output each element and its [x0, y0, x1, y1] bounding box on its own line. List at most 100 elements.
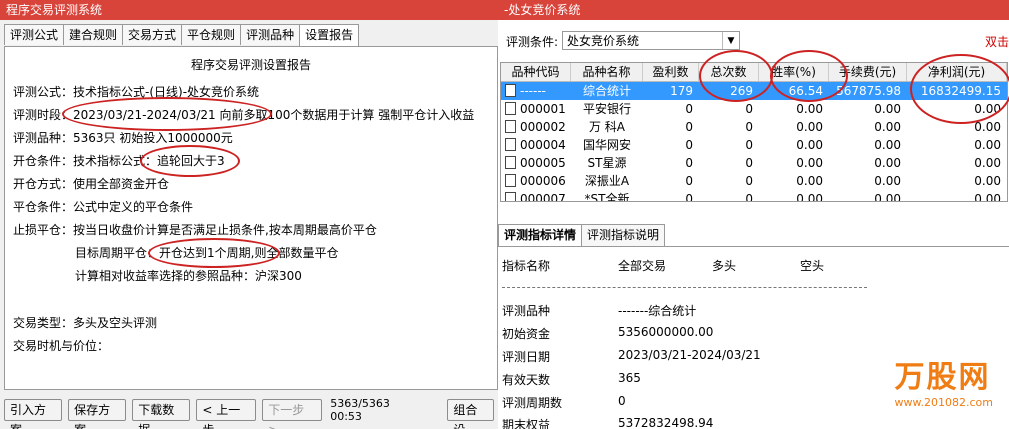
cell-fee: 0.00: [874, 102, 901, 116]
next-step-button[interactable]: 下一步 >: [262, 399, 323, 429]
evaluation-window: 程序交易评测系统 评测公式 建合规则 交易方式 平仓规则 评测品种 设置报告 程…: [0, 0, 500, 429]
cell-fee: 0.00: [874, 120, 901, 134]
prev-step-button[interactable]: < 上一步: [196, 399, 257, 429]
tab-build-rules[interactable]: 建合规则: [63, 24, 124, 45]
logo-text: 万股网: [894, 360, 991, 395]
detail-head-long: 多头: [712, 259, 737, 273]
cell-net: 0.00: [974, 102, 1001, 116]
cell-code: 000006: [520, 174, 566, 188]
report-line-formula: 评测公式：技术指标公式-(日线)-处女竞价系统: [13, 85, 260, 99]
cell-code: ------: [520, 84, 546, 98]
cell-profit: 0: [685, 138, 693, 152]
import-plan-button[interactable]: 引入方案: [4, 399, 63, 429]
summary-icon: [505, 84, 516, 97]
cell-name: ST星源: [587, 156, 627, 170]
cell-net: 0.00: [974, 120, 1001, 134]
tab-report[interactable]: 设置报告: [299, 24, 360, 46]
tab-explanation[interactable]: 评测指标说明: [581, 224, 666, 246]
detail-value: 0: [618, 394, 626, 408]
detail-head-name: 指标名称: [502, 259, 551, 273]
table-row[interactable]: 000002 万 科A 0 0 0.00 0.00 0.00: [501, 118, 1007, 136]
cell-net: 16832499.15: [920, 84, 1001, 98]
cell-name: *ST全新: [584, 192, 630, 202]
detail-label: 评测品种: [502, 304, 551, 318]
table-row[interactable]: 000005 ST星源 0 0 0.00 0.00 0.00: [501, 154, 1007, 172]
detail-head-all: 全部交易: [618, 259, 667, 273]
tab-close-rules[interactable]: 平仓规则: [181, 24, 242, 45]
results-window: -处女竞价系统 评测条件: 处女竞价系统 ▼ 双击 品种代码 品种名称 盈利数 …: [498, 0, 1009, 429]
detail-label: 评测周期数: [502, 396, 563, 410]
table-row-summary[interactable]: ------ 综合统计 179 269 66.54 567875.98 1683…: [501, 82, 1007, 100]
save-plan-button[interactable]: 保存方案: [68, 399, 127, 429]
cell-rate: 0.00: [796, 102, 823, 116]
cell-fee: 0.00: [874, 174, 901, 188]
cell-name: 深振业A: [584, 174, 630, 188]
report-line-benchmark: 计算相对收益率选择的参照品种：沪深300: [75, 269, 302, 283]
table-row[interactable]: 000006 深振业A 0 0 0.00 0.00 0.00: [501, 172, 1007, 190]
file-icon: [505, 174, 516, 187]
cell-name: 万 科A: [588, 120, 626, 134]
cell-rate: 66.54: [788, 84, 823, 98]
detail-tabs: 评测指标详情 评测指标说明: [498, 224, 666, 246]
condition-select-value: 处女竞价系统: [567, 34, 640, 48]
table-row[interactable]: 000004 国华网安 0 0 0.00 0.00 0.00: [501, 136, 1007, 154]
tab-detail[interactable]: 评测指标详情: [498, 224, 583, 246]
progress-status: 5363/5363 00:53: [330, 397, 390, 423]
logo-url: www.201082.com: [894, 396, 993, 409]
report-line-open-mode: 开仓方式：使用全部资金开仓: [13, 177, 170, 191]
tab-formula[interactable]: 评测公式: [4, 24, 65, 45]
file-icon: [505, 138, 516, 151]
col-code[interactable]: 品种代码: [501, 63, 571, 81]
detail-label: 初始资金: [502, 327, 551, 341]
report-line-trade-type: 交易类型：多头及空头评测: [13, 316, 158, 330]
file-icon: [505, 120, 516, 133]
results-title: -处女竞价系统: [498, 0, 1009, 20]
cell-rate: 0.00: [796, 138, 823, 152]
cell-name: 国华网安: [582, 138, 631, 152]
cell-code: 000002: [520, 120, 566, 134]
report-line-symbols: 评测品种：5363只 初始投入1000000元: [13, 131, 233, 145]
settings-tabs: 评测公式 建合规则 交易方式 平仓规则 评测品种 设置报告: [4, 24, 360, 46]
file-icon: [505, 192, 516, 201]
cell-profit: 0: [685, 174, 693, 188]
cell-total: 269: [730, 84, 753, 98]
tab-trade-mode[interactable]: 交易方式: [122, 24, 183, 45]
site-logo: 万股网 www.201082.com: [895, 352, 993, 409]
cell-fee: 0.00: [874, 192, 901, 202]
col-net-profit[interactable]: 净利润(元): [907, 63, 1007, 81]
col-profit-count[interactable]: 盈利数: [643, 63, 699, 81]
report-line-open-condition: 开仓条件：技术指标公式：追轮回大于3: [13, 154, 225, 168]
cell-net: 0.00: [974, 156, 1001, 170]
cell-total: 0: [745, 156, 753, 170]
cell-net: 0.00: [974, 138, 1001, 152]
report-line-period: 评测时段：2023/03/21-2024/03/21 向前多取100个数据用于计…: [13, 108, 475, 122]
cell-name: 综合统计: [582, 84, 631, 98]
cell-rate: 0.00: [796, 174, 823, 188]
table-row[interactable]: 000001 平安银行 0 0 0.00 0.00 0.00: [501, 100, 1007, 118]
window-title: 程序交易评测系统: [0, 0, 500, 20]
col-fee[interactable]: 手续费(元): [829, 63, 907, 81]
table-row[interactable]: 000007 *ST全新 0 0 0.00 0.00 0.00: [501, 190, 1007, 202]
chevron-down-icon[interactable]: ▼: [722, 32, 739, 49]
settings-report: 程序交易评测设置报告 评测公式：技术指标公式-(日线)-处女竞价系统 评测时段：…: [4, 46, 498, 390]
tab-symbols[interactable]: 评测品种: [240, 24, 301, 45]
report-title: 程序交易评测设置报告: [190, 58, 311, 72]
col-name[interactable]: 品种名称: [571, 63, 643, 81]
cell-code: 000007: [520, 192, 566, 202]
detail-head-short: 空头: [800, 259, 825, 273]
col-win-rate[interactable]: 胜率(%): [759, 63, 829, 81]
download-data-button[interactable]: 下载数据: [132, 399, 191, 429]
detail-label: 有效天数: [502, 373, 551, 387]
condition-select[interactable]: 处女竞价系统 ▼: [562, 31, 740, 50]
cell-name: 平安银行: [582, 102, 631, 116]
cell-profit: 0: [685, 102, 693, 116]
cell-profit: 179: [670, 84, 693, 98]
detail-label: 评测日期: [502, 350, 551, 364]
cell-net: 0.00: [974, 192, 1001, 202]
cell-total: 0: [745, 102, 753, 116]
cell-rate: 0.00: [796, 156, 823, 170]
detail-label: 期末权益: [502, 418, 551, 429]
combo-settings-button[interactable]: 组合设: [447, 399, 494, 429]
col-total-count[interactable]: 总次数: [699, 63, 759, 81]
table-header: 品种代码 品种名称 盈利数 总次数 胜率(%) 手续费(元) 净利润(元): [501, 63, 1007, 82]
